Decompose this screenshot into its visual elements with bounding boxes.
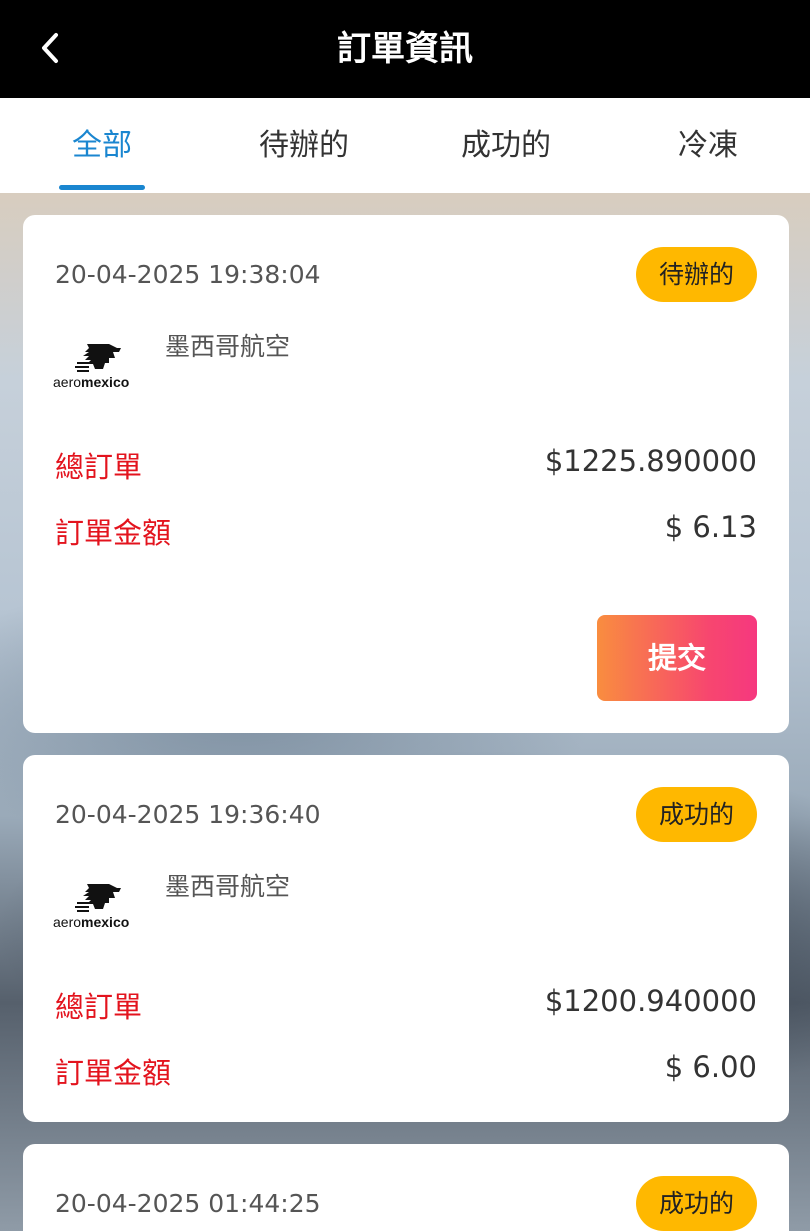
order-amount-label: 訂單金額	[55, 516, 172, 550]
status-badge: 成功的	[636, 1176, 757, 1231]
airline-name: 墨西哥航空	[165, 872, 291, 901]
total-order-value: $1200.940000	[544, 984, 757, 1018]
order-datetime: 20-04-2025 19:38:04	[55, 260, 321, 289]
tab-success[interactable]: 成功的	[405, 98, 607, 193]
aeromexico-logo: aeromexico	[53, 884, 129, 930]
svg-text:aeromexico: aeromexico	[53, 374, 129, 390]
status-badge: 成功的	[636, 787, 757, 842]
total-order-value: $1225.890000	[544, 444, 757, 478]
order-datetime: 20-04-2025 01:44:25	[55, 1189, 321, 1218]
header-bar: 訂單資訊	[0, 0, 810, 98]
order-card[interactable]: 20-04-2025 01:44:25 成功的	[23, 1144, 789, 1231]
order-amount-label: 訂單金額	[55, 1056, 172, 1090]
total-order-label: 總訂單	[55, 450, 143, 484]
order-datetime: 20-04-2025 19:36:40	[55, 800, 321, 829]
order-card[interactable]: 20-04-2025 19:36:40 成功的 aeromexico 墨西哥航空…	[23, 755, 789, 1122]
page-title: 訂單資訊	[337, 29, 473, 69]
order-card[interactable]: 20-04-2025 19:38:04 待辦的 aeromexico 墨西哥航空…	[23, 215, 789, 733]
airline-name: 墨西哥航空	[165, 332, 291, 361]
tab-bar: 全部 待辦的 成功的 冷凍	[0, 98, 810, 193]
tab-all[interactable]: 全部	[1, 98, 203, 193]
status-badge: 待辦的	[636, 247, 757, 302]
submit-button[interactable]: 提交	[597, 615, 757, 701]
order-amount-value: $ 6.13	[664, 510, 757, 544]
tab-pending[interactable]: 待辦的	[203, 98, 405, 193]
total-order-label: 總訂單	[55, 990, 143, 1024]
active-tab-indicator	[59, 185, 145, 190]
svg-text:aeromexico: aeromexico	[53, 914, 129, 930]
order-amount-value: $ 6.00	[664, 1050, 757, 1084]
tab-frozen[interactable]: 冷凍	[607, 98, 809, 193]
aeromexico-logo: aeromexico	[53, 344, 129, 390]
